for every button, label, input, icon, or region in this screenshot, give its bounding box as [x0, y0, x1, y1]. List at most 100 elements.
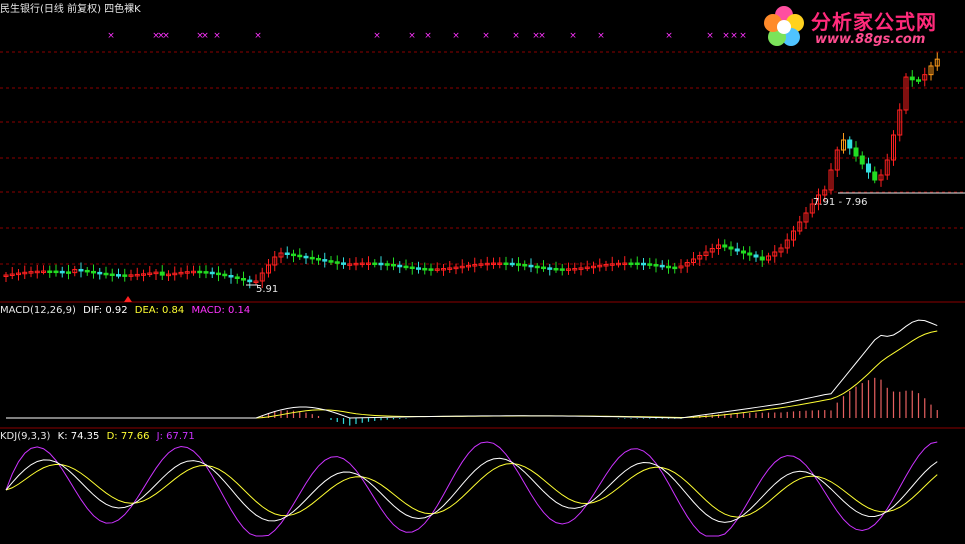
candle-body	[741, 250, 746, 254]
chart-canvas[interactable]: × ××× ×× × × × × × × × × ×× × × × × × × ×	[0, 0, 965, 540]
signal-marker: ×	[665, 31, 673, 41]
candle-body	[247, 279, 253, 283]
main-title: 民生银行(日线 前复权) 四色裸K	[0, 4, 141, 15]
signal-marker: ×	[408, 31, 416, 41]
candle-body	[103, 272, 109, 276]
candle-body	[316, 258, 321, 261]
candle-body	[116, 274, 121, 277]
candle-body	[59, 270, 65, 274]
candle-body	[216, 272, 221, 276]
kdj-k: K: 74.35	[57, 431, 100, 442]
candle-body	[422, 267, 428, 271]
signal-marker: ×	[213, 31, 221, 41]
candle-body	[872, 171, 878, 181]
macd-header: MACD(12,26,9) DIF: 0.92 DEA: 0.84 MACD: …	[0, 305, 250, 316]
candle-body	[47, 270, 53, 274]
stock-chart[interactable]: × × × × × × × × × × × × × × × × × × × × × × × 民生银行(日线 前复权) 四色裸…	[0, 0, 965, 540]
candle-body	[853, 147, 859, 157]
candle-body	[91, 270, 96, 274]
low-arrow-icon	[124, 296, 132, 302]
candle-body	[428, 268, 434, 271]
kdj-j-line	[5, 441, 938, 537]
low-price-label: 5.91	[256, 284, 279, 295]
candle-body	[734, 248, 740, 252]
kdj-d: D: 77.66	[106, 431, 150, 442]
signal-marker: ×	[512, 31, 520, 41]
candle-body	[672, 266, 678, 270]
dif-line	[6, 319, 938, 419]
candle-body	[53, 270, 59, 274]
candle-body	[84, 269, 90, 273]
candle-body	[503, 262, 509, 266]
watermark-url: www.88gs.com	[815, 32, 926, 47]
candle-body	[553, 267, 559, 271]
macd-dif: DIF: 0.92	[83, 305, 128, 316]
candle-body	[328, 260, 334, 263]
signal-marker: ×	[482, 31, 490, 41]
candle-body	[209, 271, 215, 275]
signal-marker: ×	[597, 31, 605, 41]
macd-name: MACD(12,26,9)	[0, 305, 76, 316]
candle-body	[528, 264, 534, 268]
candle-body	[391, 263, 396, 267]
candle-body	[909, 76, 915, 81]
signal-marker: ×	[107, 31, 115, 41]
candle-body	[516, 263, 521, 266]
kdj-j: J: 67.71	[156, 431, 195, 442]
candle-body	[241, 278, 246, 281]
signal-marker: ×	[538, 31, 546, 41]
flower-logo-icon	[764, 6, 804, 46]
candle-body	[97, 271, 103, 275]
candle-body	[866, 163, 871, 173]
candle-body	[859, 155, 865, 165]
candle-body	[722, 244, 728, 248]
candle-body	[297, 254, 303, 258]
candle-body	[284, 252, 290, 255]
candle-body	[66, 271, 71, 274]
candle-body	[522, 263, 528, 267]
kdj-name: KDJ(9,3,3)	[0, 431, 51, 442]
candle-body	[303, 255, 309, 259]
macd-value: MACD: 0.14	[191, 305, 251, 316]
candle-body	[416, 267, 421, 270]
candle-body	[341, 262, 346, 265]
signal-marker: ×	[722, 31, 730, 41]
candle-body	[659, 264, 665, 268]
signal-marker: ×	[730, 31, 738, 41]
candle-body	[541, 266, 546, 270]
candle-body	[916, 79, 921, 82]
kdj-header: KDJ(9,3,3) K: 74.35 D: 77.66 J: 67.71	[0, 431, 195, 442]
candle-body	[634, 262, 640, 266]
candle-body	[384, 263, 390, 266]
candle-body	[647, 263, 653, 266]
candle-body	[753, 254, 759, 258]
candle-body	[322, 259, 328, 262]
watermark-text: 分析家公式网	[811, 10, 937, 34]
watermark-logo: 分析家公式网 www.88gs.com	[759, 2, 959, 52]
candle-body	[197, 270, 203, 274]
candle-body	[109, 273, 115, 277]
candle-body	[728, 246, 734, 250]
candle-body	[372, 262, 378, 266]
signal-marker: ×	[452, 31, 460, 41]
candle-body	[653, 264, 659, 267]
candle-body	[378, 262, 384, 266]
candle-body	[759, 256, 765, 261]
candle-body	[547, 267, 553, 270]
candle-body	[747, 252, 753, 256]
candle-body	[403, 265, 409, 269]
candle-body	[159, 271, 165, 276]
candle-body	[641, 262, 646, 266]
candle-body	[628, 262, 634, 266]
candle-body	[509, 262, 515, 266]
signal-marker: ×	[739, 31, 747, 41]
candle-body	[397, 264, 403, 268]
signal-marker: ×	[201, 31, 209, 41]
signal-marker: ×	[706, 31, 714, 41]
candle-body	[228, 275, 234, 278]
candle-body	[203, 271, 209, 274]
macd-dea: DEA: 0.84	[134, 305, 185, 316]
candle-body	[409, 266, 415, 270]
candle-body	[234, 276, 240, 280]
kdj-k-line	[5, 457, 938, 523]
